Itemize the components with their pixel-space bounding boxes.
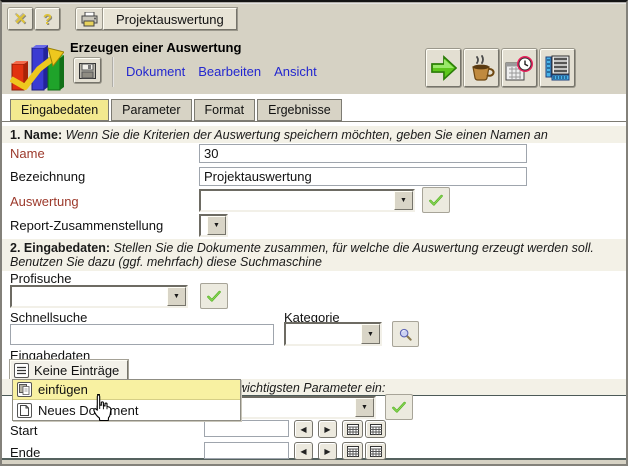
list-icon: [14, 363, 29, 378]
page-title: Erzeugen einer Auswertung: [70, 40, 241, 55]
search-button[interactable]: [392, 321, 419, 347]
save-button[interactable]: [74, 58, 101, 83]
chevron-down-icon[interactable]: [355, 398, 374, 417]
coffee-break-button[interactable]: [464, 49, 499, 87]
tab-ergebnisse[interactable]: Ergebnisse: [257, 99, 342, 121]
tab-bottom-line: [2, 121, 626, 122]
report-list-icon: [544, 55, 572, 82]
ende-next-button[interactable]: [318, 442, 337, 460]
section2-hint-band: 2. Eingabedaten: Stellen Sie die Dokumen…: [2, 239, 626, 271]
ende-calendar-button[interactable]: [342, 442, 363, 460]
app-window: ✕ Projektauswertung Erzeugen einer Auswe…: [0, 0, 628, 466]
toolbar-title-label: Projektauswertung: [116, 12, 224, 27]
calendar-icon: [347, 424, 359, 435]
toolbar-window-title: Projektauswertung: [103, 8, 237, 30]
new-document-icon: [17, 403, 32, 418]
parameter-confirm-button[interactable]: [385, 394, 413, 420]
calendar-icon: [370, 424, 382, 435]
print-button[interactable]: [76, 8, 103, 30]
paste-icon: [17, 382, 32, 397]
profisuche-confirm-button[interactable]: [200, 283, 228, 309]
schnellsuche-label: Schnellsuche: [10, 310, 87, 325]
report-dropdown[interactable]: [199, 214, 228, 237]
report-label: Report-Zusammenstellung: [10, 218, 163, 233]
tab-eingabedaten[interactable]: Eingabedaten: [10, 99, 109, 121]
section3-hint-fragment: wichtigsten Parameter ein:: [238, 381, 385, 395]
green-check-icon: [207, 288, 221, 305]
start-calendar-button[interactable]: [342, 420, 363, 438]
ende-prev-button[interactable]: [294, 442, 313, 460]
menu-bearbeiten[interactable]: Bearbeiten: [198, 64, 261, 79]
section1-hint: Wenn Sie die Kriterien der Auswertung sp…: [66, 128, 548, 142]
auswertung-dropdown-value: [201, 191, 394, 210]
run-button[interactable]: [426, 49, 461, 87]
name-label: Name: [10, 146, 45, 161]
help-icon: [43, 11, 52, 28]
start-prev-button[interactable]: [294, 420, 313, 438]
chart-logo-icon: [10, 42, 64, 92]
auswertung-label: Auswertung: [10, 194, 79, 209]
green-check-icon: [392, 399, 406, 416]
menu-dokument[interactable]: Dokument: [126, 64, 185, 79]
auswertung-confirm-button[interactable]: [422, 187, 450, 213]
section2-heading: 2. Eingabedaten:: [10, 241, 110, 255]
kategorie-dropdown-value: [286, 324, 361, 344]
menu-item-neues-dokument[interactable]: Neues Dokument: [13, 400, 240, 420]
coffee-cup-icon: [468, 55, 496, 82]
kategorie-dropdown[interactable]: [284, 322, 382, 346]
menu-ansicht[interactable]: Ansicht: [274, 64, 317, 79]
calendar-icon: [347, 446, 359, 457]
start-label: Start: [10, 423, 37, 438]
ende-label: Ende: [10, 445, 40, 460]
auswertung-dropdown[interactable]: [199, 189, 415, 212]
profisuche-label: Profisuche: [10, 271, 71, 286]
close-icon: ✕: [14, 10, 27, 28]
menu-item-einfuegen[interactable]: einfügen: [13, 380, 240, 400]
magnifier-icon: [399, 325, 412, 344]
menu-item-label: einfügen: [38, 382, 88, 397]
menu-bar: Dokument Bearbeiten Ansicht: [126, 64, 317, 79]
start-calendar2-button[interactable]: [365, 420, 386, 438]
ende-input[interactable]: [204, 442, 289, 459]
section2-hint-line1: Stellen Sie die Dokumente zusammen, für …: [114, 241, 594, 255]
header-separator: [112, 57, 114, 87]
section1-hint-band: 1. Name: Wenn Sie die Kriterien der Ausw…: [2, 126, 626, 143]
section2-hint-line2: Benutzen Sie dazu (ggf. mehrfach) diese …: [10, 255, 322, 269]
toolbar-separator: [2, 2, 626, 4]
chevron-down-icon[interactable]: [394, 191, 413, 210]
start-input[interactable]: [204, 420, 289, 437]
report-button[interactable]: [540, 49, 575, 87]
start-next-button[interactable]: [318, 420, 337, 438]
eingabedaten-empty-label: Keine Einträge: [34, 363, 119, 378]
printer-icon: [81, 12, 99, 27]
schedule-button[interactable]: [502, 49, 537, 87]
green-check-icon: [429, 192, 443, 209]
tab-format[interactable]: Format: [194, 99, 256, 121]
bezeichnung-label: Bezeichnung: [10, 169, 85, 184]
eingabedaten-empty-button[interactable]: Keine Einträge: [10, 360, 128, 380]
chevron-down-icon[interactable]: [167, 287, 186, 306]
context-menu: einfügen Neues Dokument: [12, 379, 241, 421]
menu-item-label: Neues Dokument: [38, 403, 138, 418]
chevron-down-icon[interactable]: [361, 324, 380, 344]
name-input[interactable]: [199, 144, 527, 163]
profisuche-dropdown[interactable]: [10, 285, 188, 308]
close-button[interactable]: ✕: [8, 8, 33, 30]
tab-parameter[interactable]: Parameter: [111, 99, 191, 121]
floppy-disk-icon: [79, 63, 96, 79]
tab-bar: Eingabedaten Parameter Format Ergebnisse: [10, 99, 344, 121]
profisuche-dropdown-value: [12, 287, 167, 306]
chevron-down-icon[interactable]: [207, 216, 226, 235]
calendar-icon: [370, 446, 382, 457]
schnellsuche-input[interactable]: [10, 324, 274, 345]
green-arrow-icon: [430, 55, 457, 81]
calendar-clock-icon: [505, 55, 534, 82]
bezeichnung-input[interactable]: [199, 167, 527, 186]
ende-calendar2-button[interactable]: [365, 442, 386, 460]
section1-heading: 1. Name:: [10, 128, 62, 142]
help-button[interactable]: [35, 8, 60, 30]
